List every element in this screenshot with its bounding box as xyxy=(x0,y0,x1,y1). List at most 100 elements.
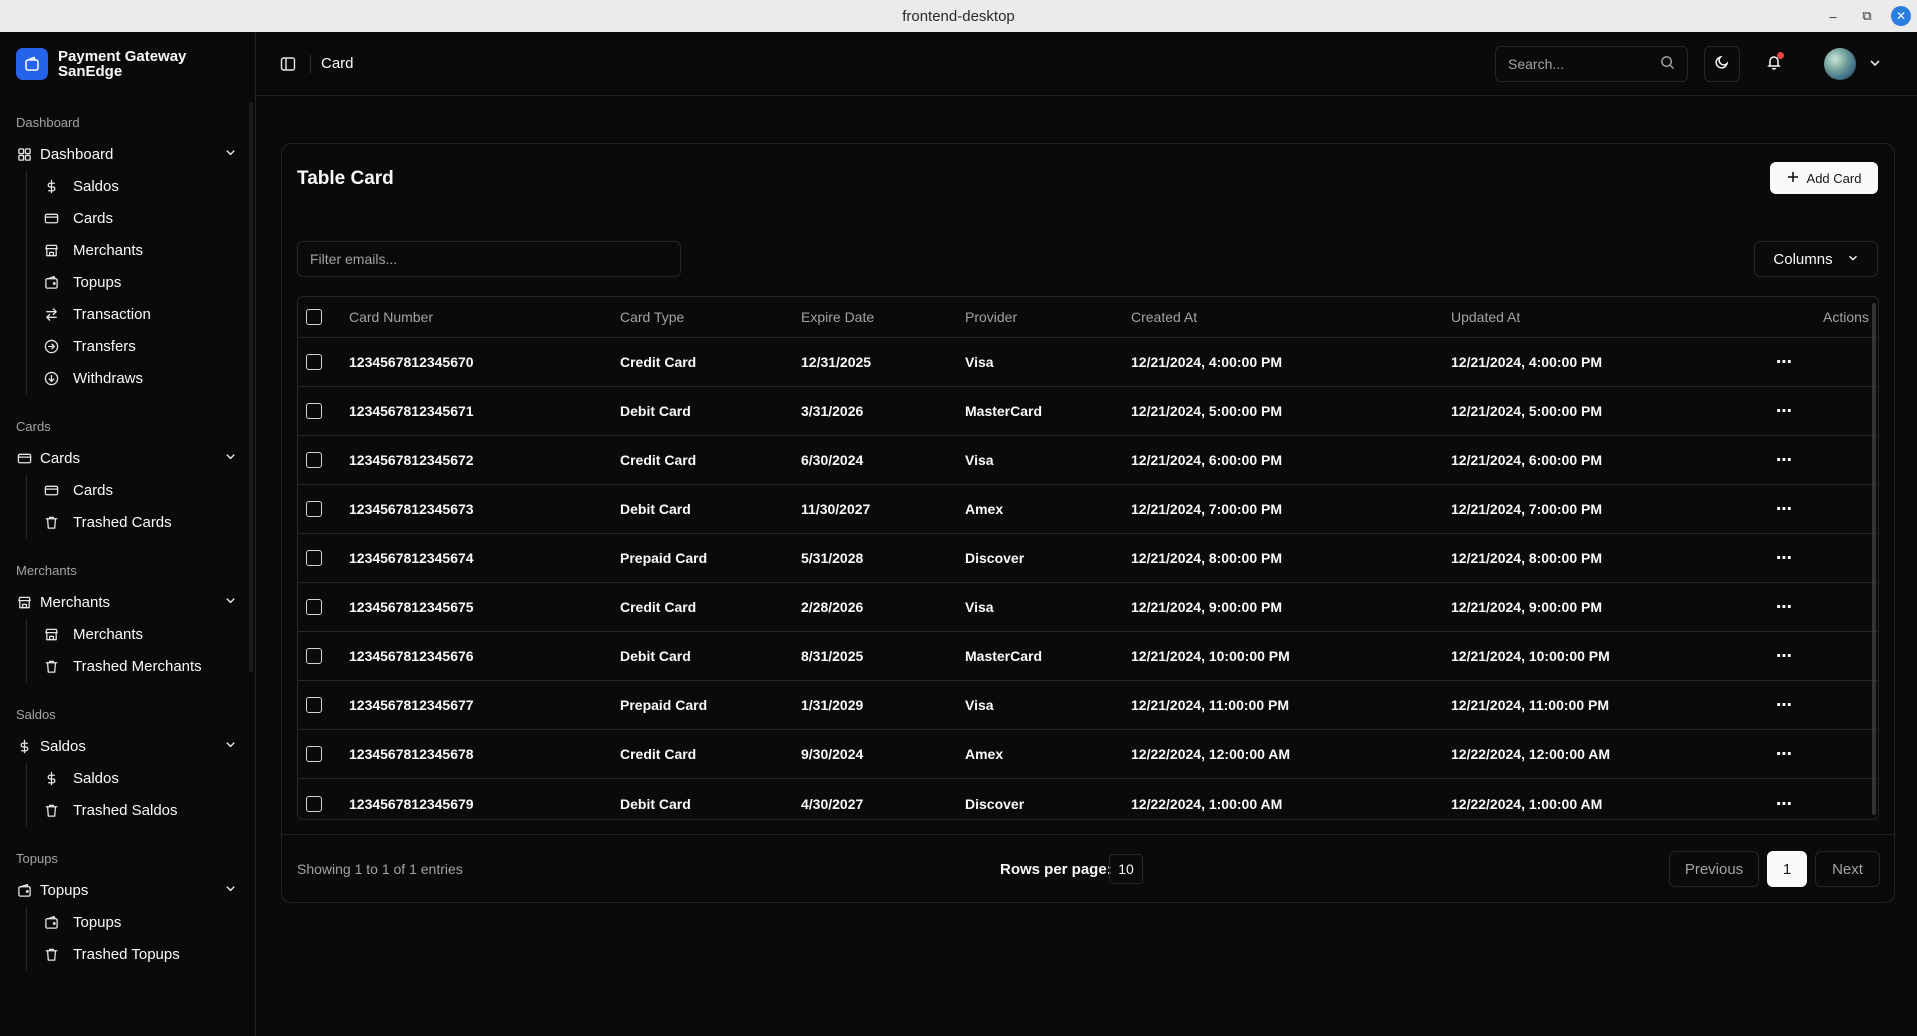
row-checkbox[interactable] xyxy=(306,501,322,517)
sidebar-parent-topups[interactable]: Topups xyxy=(0,874,255,906)
cell-expire-date: 9/30/2024 xyxy=(801,746,864,762)
table-row[interactable]: 1234567812345675 Credit Card 2/28/2026 Visa… xyxy=(298,583,1878,632)
chevron-down-icon[interactable] xyxy=(224,146,237,163)
row-checkbox[interactable] xyxy=(306,354,322,370)
table-row[interactable]: 1234567812345677 Prepaid Card 1/31/2029 Vis… xyxy=(298,681,1878,730)
table-row[interactable]: 1234567812345678 Credit Card 9/30/2024 Amex… xyxy=(298,730,1878,779)
brand[interactable]: Payment Gateway SanEdge xyxy=(0,32,255,94)
more-actions-icon[interactable]: ⋯ xyxy=(1776,401,1793,421)
sidebar-group-label: Dashboard xyxy=(16,114,80,130)
header-created-at[interactable]: Created At xyxy=(1131,309,1197,325)
avatar[interactable] xyxy=(1824,48,1856,80)
sidebar-item-merchants[interactable]: Merchants xyxy=(41,618,255,650)
table-row[interactable]: 1234567812345671 Debit Card 3/31/2026 Maste… xyxy=(298,387,1878,436)
sidebar-item-cards[interactable]: Cards xyxy=(41,202,255,234)
more-actions-icon[interactable]: ⋯ xyxy=(1776,597,1793,617)
maximize-icon[interactable]: ⧉ xyxy=(1857,6,1877,26)
cell-card-number: 1234567812345673 xyxy=(349,501,474,517)
search-input[interactable]: Search... xyxy=(1495,46,1688,82)
close-icon[interactable]: ✕ xyxy=(1891,6,1911,26)
filter-input[interactable]: Filter emails... xyxy=(297,241,681,277)
header-card-number[interactable]: Card Number xyxy=(349,309,433,325)
table-row[interactable]: 1234567812345679 Debit Card 4/30/2027 Disco… xyxy=(298,779,1878,819)
table-row[interactable]: 1234567812345672 Credit Card 6/30/2024 Visa… xyxy=(298,436,1878,485)
sidebar-parent-merchants[interactable]: Merchants xyxy=(0,586,255,618)
topbar-separator xyxy=(310,54,311,73)
sidebar-item-cards[interactable]: Cards xyxy=(41,474,255,506)
more-actions-icon[interactable]: ⋯ xyxy=(1776,695,1793,715)
sidebar-item-topups[interactable]: Topups xyxy=(41,906,255,938)
more-actions-icon[interactable]: ⋯ xyxy=(1776,794,1793,814)
more-actions-icon[interactable]: ⋯ xyxy=(1776,548,1793,568)
row-checkbox[interactable] xyxy=(306,599,322,615)
row-checkbox[interactable] xyxy=(306,452,322,468)
add-card-button[interactable]: Add Card xyxy=(1770,162,1878,194)
table-scrollbar[interactable] xyxy=(1872,303,1876,815)
cell-provider: MasterCard xyxy=(965,648,1043,664)
chevron-down-icon xyxy=(1847,251,1859,268)
sidebar-toggle-icon[interactable] xyxy=(278,54,298,74)
row-checkbox[interactable] xyxy=(306,550,322,566)
table-row[interactable]: 1234567812345674 Prepaid Card 5/31/2028 Dis… xyxy=(298,534,1878,583)
store-icon xyxy=(43,626,59,642)
sidebar-item-trashed-merchants[interactable]: Trashed Merchants xyxy=(41,650,255,682)
page-1-button[interactable]: 1 xyxy=(1767,851,1807,887)
chevron-down-icon[interactable] xyxy=(1868,56,1882,75)
row-checkbox[interactable] xyxy=(306,746,322,762)
sidebar-group-label: Saldos xyxy=(16,706,56,722)
header-updated-at[interactable]: Updated At xyxy=(1451,309,1520,325)
sidebar-item-saldos[interactable]: Saldos xyxy=(41,762,255,794)
table-row[interactable]: 1234567812345673 Debit Card 11/30/2027 Amex… xyxy=(298,485,1878,534)
credit-card-icon xyxy=(16,450,32,466)
theme-toggle-button[interactable] xyxy=(1704,46,1740,82)
next-page-button[interactable]: Next xyxy=(1815,851,1880,887)
chevron-down-icon[interactable] xyxy=(224,882,237,899)
sidebar-item-transaction[interactable]: Transaction xyxy=(41,298,255,330)
sidebar-item-trashed-saldos[interactable]: Trashed Saldos xyxy=(41,794,255,826)
sidebar-item-trashed-topups[interactable]: Trashed Topups xyxy=(41,938,255,970)
more-actions-icon[interactable]: ⋯ xyxy=(1776,499,1793,519)
columns-button[interactable]: Columns xyxy=(1754,241,1878,277)
more-actions-icon[interactable]: ⋯ xyxy=(1776,744,1793,764)
sidebar-item-transfers[interactable]: Transfers xyxy=(41,330,255,362)
row-checkbox[interactable] xyxy=(306,697,322,713)
sidebar-scrollbar[interactable] xyxy=(249,102,253,672)
sidebar-item-label: Merchants xyxy=(73,241,144,259)
more-actions-icon[interactable]: ⋯ xyxy=(1776,646,1793,666)
sidebar-parent-dashboard[interactable]: Dashboard xyxy=(0,138,255,170)
sidebar-item-trashed-cards[interactable]: Trashed Cards xyxy=(41,506,255,538)
sidebar-parent-cards[interactable]: Cards xyxy=(0,442,255,474)
chevron-down-icon[interactable] xyxy=(224,594,237,611)
sidebar-parent-saldos[interactable]: Saldos xyxy=(0,730,255,762)
chevron-down-icon[interactable] xyxy=(224,450,237,467)
sidebar-item-topups[interactable]: Topups xyxy=(41,266,255,298)
header-expire-date[interactable]: Expire Date xyxy=(801,309,874,325)
cell-provider: Visa xyxy=(965,354,994,370)
sidebar-item-withdraws[interactable]: Withdraws xyxy=(41,362,255,394)
previous-page-button[interactable]: Previous xyxy=(1669,851,1759,887)
notification-dot xyxy=(1777,52,1784,59)
row-checkbox[interactable] xyxy=(306,795,322,812)
row-checkbox[interactable] xyxy=(306,403,322,419)
sidebar-item-saldos[interactable]: Saldos xyxy=(41,170,255,202)
sidebar-parent-label: Topups xyxy=(40,881,89,899)
more-actions-icon[interactable]: ⋯ xyxy=(1776,352,1793,372)
notifications-button[interactable] xyxy=(1756,46,1792,82)
cell-card-number: 1234567812345675 xyxy=(349,599,474,615)
select-all-checkbox[interactable] xyxy=(306,309,322,325)
sidebar-item-merchants[interactable]: Merchants xyxy=(41,234,255,266)
table-row[interactable]: 1234567812345676 Debit Card 8/31/2025 Maste… xyxy=(298,632,1878,681)
header-provider[interactable]: Provider xyxy=(965,309,1017,325)
breadcrumb[interactable]: Card xyxy=(321,55,354,72)
chevron-down-icon[interactable] xyxy=(224,738,237,755)
row-checkbox[interactable] xyxy=(306,648,322,664)
table-row[interactable]: 1234567812345670 Credit Card 12/31/2025 Vis… xyxy=(298,338,1878,387)
wallet-logo-icon xyxy=(16,48,48,80)
brand-subname: SanEdge xyxy=(58,63,123,80)
trash-icon xyxy=(43,946,59,962)
minimize-icon[interactable]: – xyxy=(1823,6,1843,26)
cell-card-number: 1234567812345672 xyxy=(349,452,474,468)
rows-per-page-select[interactable]: 10 xyxy=(1109,854,1143,884)
more-actions-icon[interactable]: ⋯ xyxy=(1776,450,1793,470)
header-card-type[interactable]: Card Type xyxy=(620,309,684,325)
